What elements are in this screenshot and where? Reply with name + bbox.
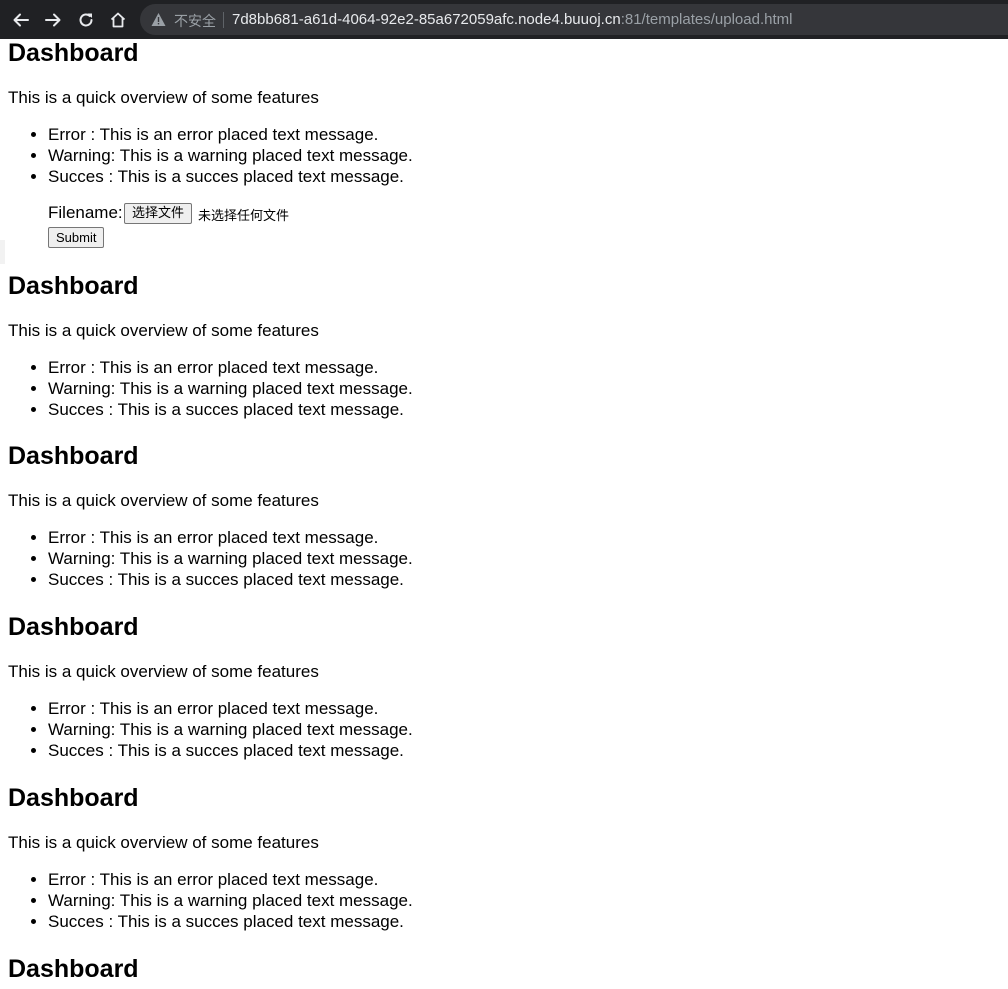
browser-toolbar: 不安全 7d8bb681-a61d-4064-92e2-85a672059afc… [0,0,1008,39]
list-item-error: Error : This is an error placed text mes… [48,357,648,378]
forward-arrow-icon [45,13,61,27]
feature-list: Error : This is an error placed text mes… [8,698,648,761]
reload-button[interactable] [73,7,99,33]
feature-list: Error : This is an error placed text mes… [8,869,648,932]
feature-list: Error : This is an error placed text mes… [8,527,648,590]
omnibox-divider [223,12,224,28]
forward-button[interactable] [40,7,66,33]
section-title: Dashboard [8,784,139,812]
submit-button[interactable]: Submit [48,227,105,248]
insecure-label[interactable]: 不安全 [174,11,216,31]
back-arrow-icon [13,13,29,27]
section-intro: This is a quick overview of some feature… [8,491,319,510]
no-file-chosen-text: 未选择任何文件 [198,209,290,224]
section-intro: This is a quick overview of some feature… [8,662,319,681]
url-text[interactable]: 7d8bb681-a61d-4064-92e2-85a672059afc.nod… [232,11,792,28]
back-button[interactable] [8,7,34,33]
list-item-success: Succes : This is a succes placed text me… [48,911,648,932]
choose-file-button[interactable]: 选择文件 [124,203,193,224]
section-intro: This is a quick overview of some feature… [8,321,319,340]
page-edge-artifact [0,240,5,264]
upload-form: Filename: 选择文件 未选择任何文件 Submit [48,203,448,253]
feature-list: Error : This is an error placed text mes… [8,357,648,420]
list-item-success: Succes : This is a succes placed text me… [48,399,648,420]
section-title: Dashboard [8,39,139,67]
section-intro: This is a quick overview of some feature… [8,88,319,107]
list-item-error: Error : This is an error placed text mes… [48,527,648,548]
section-title: Dashboard [8,272,139,300]
section-title: Dashboard [8,613,139,641]
url-path: :81/templates/upload.html [620,11,793,28]
feature-list: Error : This is an error placed text mes… [8,124,648,187]
list-item-error: Error : This is an error placed text mes… [48,869,648,890]
list-item-success: Succes : This is a succes placed text me… [48,569,648,590]
filename-label: Filename: [48,203,123,222]
home-icon [110,12,126,28]
list-item-success: Succes : This is a succes placed text me… [48,740,648,761]
list-item-error: Error : This is an error placed text mes… [48,698,648,719]
address-bar[interactable]: 不安全 7d8bb681-a61d-4064-92e2-85a672059afc… [140,4,1008,35]
section-title: Dashboard [8,442,139,470]
list-item-error: Error : This is an error placed text mes… [48,124,648,145]
reload-icon [79,13,93,27]
section-title: Dashboard [8,955,139,983]
list-item-success: Succes : This is a succes placed text me… [48,166,648,187]
list-item-warning: Warning: This is a warning placed text m… [48,145,648,166]
url-host: 7d8bb681-a61d-4064-92e2-85a672059afc.nod… [232,11,621,28]
list-item-warning: Warning: This is a warning placed text m… [48,890,648,911]
list-item-warning: Warning: This is a warning placed text m… [48,378,648,399]
home-button[interactable] [105,7,131,33]
warning-triangle-icon[interactable] [151,12,166,27]
section-intro: This is a quick overview of some feature… [8,833,319,852]
list-item-warning: Warning: This is a warning placed text m… [48,719,648,740]
list-item-warning: Warning: This is a warning placed text m… [48,548,648,569]
